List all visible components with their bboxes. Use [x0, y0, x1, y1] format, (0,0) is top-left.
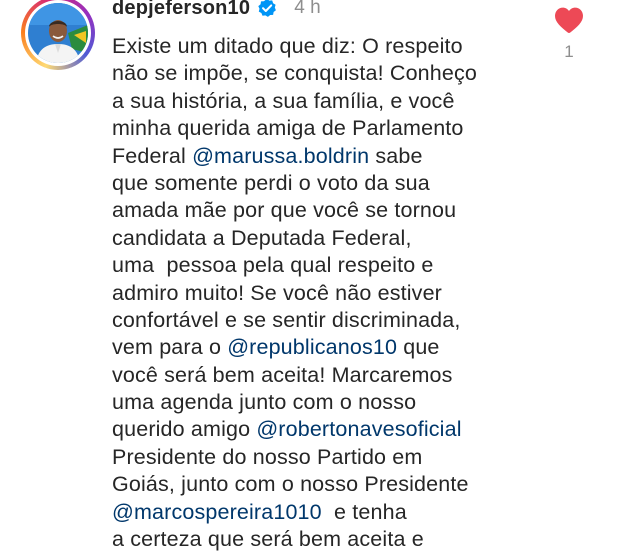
comment-text-line: a certeza que será bem aceita e [112, 526, 552, 553]
like-area: 1 [552, 6, 586, 62]
comment-text-line: candidata a Deputada Federal, [112, 225, 552, 252]
comment-text-line: a sua história, a sua família, e você [112, 88, 552, 115]
avatar-story-ring[interactable] [21, 0, 95, 70]
comment-text-segment: confortável e se sentir discriminada, [112, 307, 461, 332]
comment-text-segment: Existe um ditado que diz: O respeito [112, 34, 463, 58]
mention-link[interactable]: @marcospereira1010 [112, 500, 322, 524]
comment-text-line: uma pessoa pela qual respeito e [112, 252, 552, 279]
avatar-frame [25, 0, 91, 66]
comment-text-segment: Presidente do nosso Partido em [112, 444, 423, 469]
comment-text-segment: e tenha [321, 499, 407, 524]
heart-filled-icon[interactable] [554, 6, 584, 34]
comment-text-segment: que [397, 335, 440, 360]
comment-timestamp: 4 h [294, 0, 321, 18]
comment-text-segment: uma pessoa pela qual respeito e [112, 253, 434, 278]
avatar[interactable] [28, 3, 88, 63]
comment-text-line: Presidente do nosso Partido em [112, 444, 552, 471]
mention-link[interactable]: @marussa.boldrin [192, 144, 369, 168]
comment-text-segment: você será bem aceita! Marcaremos [112, 362, 453, 387]
avatar-portrait-image [28, 3, 88, 63]
comment-text-line: amada mãe por que você se tornou [112, 197, 552, 224]
comment-text-segment: vem para o [112, 335, 228, 360]
comment-text-line: não se impõe, se conquista! Conheço [112, 60, 552, 87]
comment-text-segment: a certeza que será bem aceita e [112, 527, 424, 552]
mention-link[interactable]: @republicanos10 [227, 335, 397, 359]
comment-text-line: @marcospereira1010 e tenha [112, 499, 552, 526]
comment-text-line: admiro muito! Se você não estiver [112, 280, 552, 307]
comment-text-segment: que somente perdi o voto da sua [112, 170, 430, 195]
comment-text-segment: amada mãe por que você se tornou [112, 198, 457, 223]
comment-text-line: Existe um ditado que diz: O respeito [112, 33, 552, 60]
comment-text-segment: a sua história, a sua família, e você [112, 88, 455, 113]
comment-text-line: uma agenda junto com o nosso [112, 389, 552, 416]
comment-text-segment: Federal [112, 143, 193, 168]
comment-text-segment: admiro muito! Se você não estiver [112, 280, 442, 305]
mention-link[interactable]: @robertonavesoficial [256, 417, 461, 441]
comment-text-line: vem para o @republicanos10 que [112, 334, 552, 361]
username[interactable]: depjeferson10 [112, 0, 250, 20]
comment-text-segment: querido amigo [112, 417, 257, 442]
comment-text-segment: candidata a Deputada Federal, [112, 225, 412, 250]
comment-text: Existe um ditado que diz: O respeito não … [112, 33, 552, 553]
comment-text-line: minha querida amiga de Parlamento [112, 115, 552, 142]
comment-header: depjeferson10 4 h [112, 0, 321, 23]
comment-text-segment: uma agenda junto com o nosso [112, 390, 417, 415]
comment-text-segment: minha querida amiga de Parlamento [112, 116, 464, 141]
comment-text-line: Goiás, junto com o nosso Presidente [112, 471, 552, 498]
comment-text-line: que somente perdi o voto da sua [112, 170, 552, 197]
comment: depjeferson10 4 h Existe um ditado que d… [0, 0, 620, 560]
comment-text-segment: Goiás, junto com o nosso Presidente [112, 472, 469, 497]
comment-text-line: você será bem aceita! Marcaremos [112, 362, 552, 389]
verified-badge-icon [257, 0, 277, 18]
like-button[interactable] [552, 6, 586, 34]
like-count: 1 [564, 42, 574, 61]
comment-text-line: querido amigo @robertonavesoficial [112, 416, 552, 443]
comment-text-segment: sabe [369, 143, 423, 168]
comment-text-line: confortável e se sentir discriminada, [112, 307, 552, 334]
comment-text-line: Federal @marussa.boldrin sabe [112, 143, 552, 170]
comment-text-segment: não se impõe, se conquista! Conheço [112, 61, 478, 86]
